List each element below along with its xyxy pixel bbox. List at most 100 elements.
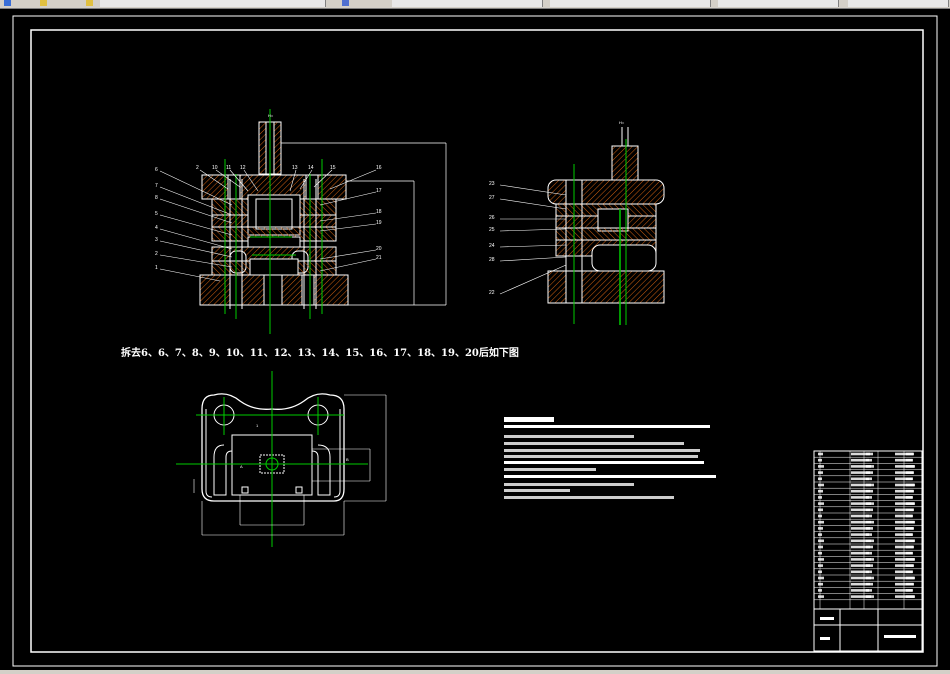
part-label-side: 22 — [489, 290, 495, 296]
cad-toolbar — [0, 0, 950, 9]
parts-list-cell — [818, 471, 823, 474]
parts-list-cell — [866, 502, 874, 505]
parts-list-cell — [866, 483, 874, 487]
parts-list-cell — [906, 471, 913, 474]
part-label-top: 14 — [308, 165, 314, 171]
parts-list-cell — [866, 527, 873, 530]
parts-list-table — [813, 450, 923, 652]
parts-list-cell — [906, 496, 912, 499]
svg-text:A: A — [240, 464, 243, 469]
plan-view: 1 A B — [176, 371, 387, 547]
part-label-top: 11 — [226, 165, 231, 171]
part-label-top: 15 — [330, 165, 336, 171]
side-view-labels: 23 27 26 25 24 28 22 — [489, 181, 495, 296]
parts-list-cell — [866, 533, 872, 536]
part-label-side: 27 — [489, 195, 495, 201]
parts-list-cell — [818, 558, 824, 561]
parts-list-cell — [906, 564, 913, 567]
parts-list-cell — [906, 539, 914, 543]
parts-list-cell — [866, 582, 873, 586]
parts-list-cell — [866, 496, 872, 499]
parts-list-cell — [818, 539, 824, 543]
parts-list-cell — [866, 539, 874, 543]
part-label-side: 24 — [489, 243, 495, 249]
status-bar — [0, 670, 950, 674]
parts-list-cell — [866, 471, 873, 474]
parts-list-cell — [866, 520, 874, 524]
parts-list-cell — [866, 558, 874, 561]
svg-text:H=: H= — [619, 120, 625, 125]
toolbar-field-2[interactable] — [392, 0, 543, 7]
part-label-side: 25 — [489, 227, 495, 233]
parts-list-cell — [818, 520, 824, 524]
toolbar-field-1[interactable] — [100, 0, 326, 7]
part-label-right: 21 — [376, 255, 382, 261]
part-label-top: 16 — [376, 165, 382, 171]
parts-list-cell — [866, 589, 872, 592]
part-label-left: 6 — [155, 167, 158, 173]
parts-list-cell — [818, 452, 823, 456]
parts-list-cell — [906, 465, 914, 468]
parts-list-cell — [906, 458, 912, 462]
part-label-left: 7 — [155, 183, 158, 189]
parts-list-cell — [906, 533, 912, 536]
toolbar-field-4[interactable] — [718, 0, 839, 7]
parts-list-cell — [866, 514, 872, 518]
part-label-top: 2 — [196, 165, 199, 171]
properties-icon[interactable] — [86, 0, 93, 6]
parts-list-cell — [906, 514, 912, 518]
outer-frame — [12, 15, 938, 667]
parts-list-cell — [906, 595, 914, 598]
parts-list-cell — [818, 545, 823, 549]
drawing-canvas[interactable]: H= 6 7 8 5 4 3 2 1 2 10 11 12 13 14 15 1… — [0, 9, 950, 670]
part-label-left: 5 — [155, 211, 158, 217]
parts-list-cell — [818, 576, 824, 580]
drawing-file-icon[interactable] — [4, 0, 11, 6]
parts-list-cell — [818, 527, 823, 530]
parts-list-cell — [866, 465, 874, 468]
side-section-view: H= — [499, 120, 665, 325]
parts-list-cell — [906, 489, 913, 493]
parts-list-cell — [906, 582, 913, 586]
part-label-left: 1 — [155, 265, 158, 271]
parts-list-cell — [866, 570, 872, 574]
parts-list-cell — [866, 452, 873, 456]
part-label-right: 17 — [376, 188, 382, 194]
part-label-side: 28 — [489, 257, 495, 263]
parts-list-cell — [866, 564, 873, 567]
part-label-right: 20 — [376, 246, 382, 252]
parts-list-cell — [866, 545, 873, 549]
svg-text:H=: H= — [268, 113, 274, 118]
part-label-top: 10 — [212, 165, 218, 171]
parts-list-cell — [866, 508, 873, 512]
parts-list-cell — [866, 576, 874, 580]
parts-list-cell — [866, 458, 872, 462]
parts-list-cell — [906, 477, 912, 481]
svg-text:B: B — [346, 457, 349, 462]
part-label-side: 26 — [489, 215, 495, 221]
toolbar-field-5[interactable] — [848, 0, 949, 7]
part-label-left: 3 — [155, 237, 158, 243]
parts-list-cell — [818, 564, 823, 567]
parts-list-cell — [818, 595, 824, 598]
part-label-left: 2 — [155, 251, 158, 257]
parts-list-cell — [866, 489, 873, 493]
layer-icon[interactable] — [40, 0, 47, 6]
parts-list-cell — [906, 558, 914, 561]
parts-list-cell — [906, 483, 914, 487]
parts-list-cell — [818, 582, 823, 586]
parts-list-cell — [866, 477, 872, 481]
parts-list-cell — [906, 570, 912, 574]
parts-list-cell — [906, 545, 913, 549]
layer-state-icon[interactable] — [342, 0, 349, 6]
parts-list-cell — [818, 489, 823, 493]
parts-list-cell — [818, 508, 823, 512]
parts-list-cell — [906, 576, 914, 580]
parts-list-cell — [906, 520, 914, 524]
part-label-right: 18 — [376, 209, 382, 215]
parts-list-cell — [906, 527, 913, 530]
toolbar-field-3[interactable] — [550, 0, 711, 7]
parts-list-cell — [866, 595, 874, 598]
part-label-right: 19 — [376, 220, 382, 226]
disassembly-caption: 拆去6、6、7、8、9、10、11、12、13、14、15、16、17、18、1… — [121, 348, 519, 359]
